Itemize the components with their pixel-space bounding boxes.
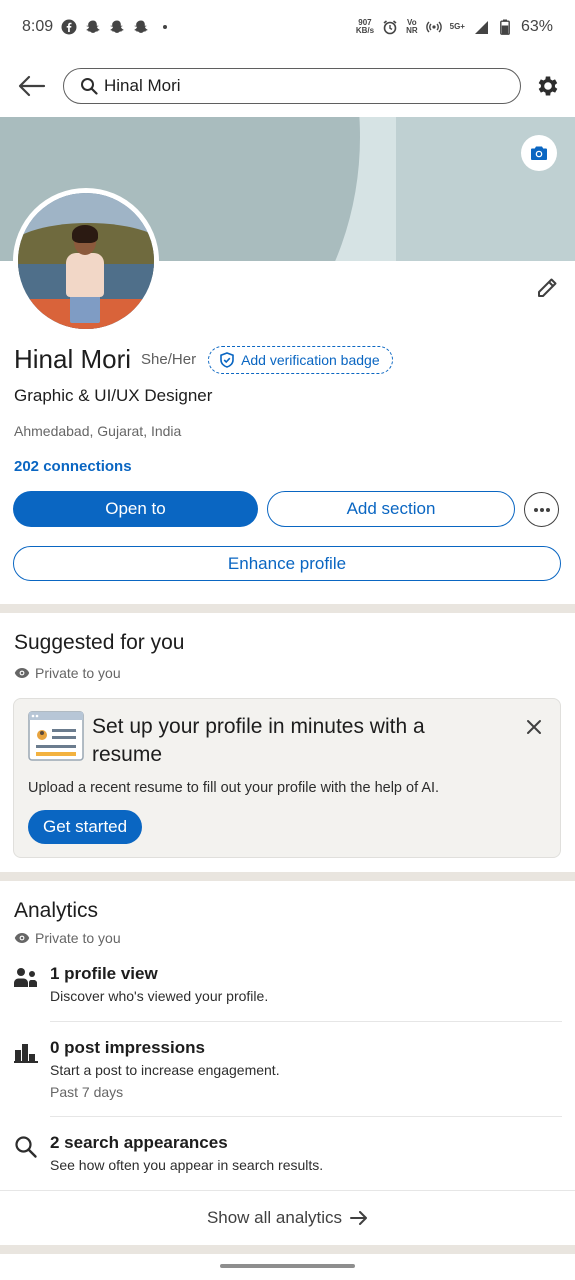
close-icon (527, 720, 541, 734)
suggested-privacy: Private to you (14, 665, 121, 681)
alarm-icon (382, 19, 398, 35)
close-card-button[interactable] (522, 715, 546, 739)
edit-banner-button[interactable] (521, 135, 557, 171)
analytics-title: Analytics (14, 899, 99, 922)
name-row: Hinal Mori She/Her Add verification badg… (14, 344, 393, 375)
analytics-item-title: 1 profile view (50, 964, 158, 983)
search-icon (81, 78, 98, 95)
hotspot-icon (425, 19, 442, 35)
section-divider (0, 604, 575, 613)
network-type: 5G+ (449, 22, 465, 31)
card-title: Set up your profile in minutes with a re… (92, 715, 425, 766)
section-divider (0, 1245, 575, 1254)
status-right: 907 KB/s Vo NR 5G+ 63% (356, 18, 553, 36)
facebook-icon (61, 19, 77, 35)
arrow-left-icon (18, 75, 46, 97)
pencil-icon (538, 278, 557, 297)
shield-check-icon (220, 351, 234, 368)
analytics-item-subtitle: Start a post to increase engagement. (50, 1062, 280, 1078)
card-description: Upload a recent resume to fill out your … (28, 780, 440, 796)
edit-profile-button[interactable] (532, 273, 562, 303)
home-indicator[interactable] (220, 1264, 355, 1268)
profile-headline: Graphic & UI/UX Designer (14, 386, 213, 405)
bar-chart-icon (14, 1044, 38, 1063)
gear-icon (538, 76, 558, 96)
dot-icon (157, 19, 173, 35)
arrow-right-icon (350, 1211, 368, 1225)
add-verification-badge-button[interactable]: Add verification badge (208, 345, 393, 374)
analytics-item-title: 0 post impressions (50, 1038, 205, 1057)
analytics-item-note: Past 7 days (50, 1084, 124, 1100)
status-left: 8:09 (22, 18, 173, 36)
analytics-item-title: 2 search appearances (50, 1133, 228, 1152)
more-button[interactable] (524, 492, 559, 527)
network-speed-unit: KB/s (355, 26, 375, 35)
snapchat-icon (109, 19, 125, 35)
eye-icon (14, 933, 30, 943)
volte-indicator: Vo NR (406, 19, 418, 35)
section-divider (0, 872, 575, 881)
show-all-analytics-button[interactable]: Show all analytics (0, 1191, 575, 1245)
privacy-label: Private to you (35, 930, 121, 946)
avatar[interactable] (13, 188, 159, 334)
battery-icon (497, 19, 513, 35)
show-all-label: Show all analytics (206, 1208, 343, 1227)
network-speed: 907 KB/s (356, 19, 374, 35)
resume-illustration-icon (28, 711, 84, 761)
signal-icon (473, 19, 489, 35)
divider-line (50, 1116, 562, 1117)
analytics-item-subtitle: Discover who's viewed your profile. (50, 988, 269, 1004)
connections-link[interactable]: 202 connections (14, 458, 132, 475)
settings-button[interactable] (534, 72, 562, 100)
open-to-button[interactable]: Open to (13, 491, 258, 527)
divider-line (50, 1021, 562, 1022)
add-section-button[interactable]: Add section (267, 491, 515, 527)
privacy-label: Private to you (35, 665, 121, 681)
search-icon (15, 1136, 37, 1158)
status-bar: 8:09 907 KB/s Vo NR 5G+ 63% (0, 0, 575, 54)
eye-icon (14, 668, 30, 678)
verification-badge-label: Add verification badge (241, 351, 380, 368)
analytics-item-search-appearances[interactable]: 2 search appearances See how often you a… (14, 1133, 562, 1183)
more-horizontal-icon (533, 507, 550, 512)
people-icon (14, 968, 37, 987)
suggested-title: Suggested for you (14, 631, 185, 654)
status-time: 8:09 (22, 18, 54, 35)
profile-location: Ahmedabad, Gujarat, India (14, 423, 182, 439)
analytics-item-subtitle: See how often you appear in search resul… (50, 1157, 324, 1173)
search-input[interactable]: Hinal Mori (63, 68, 521, 104)
top-bar: Hinal Mori (0, 62, 575, 112)
search-value: Hinal Mori (104, 76, 181, 95)
snapchat-icon (85, 19, 101, 35)
snapchat-icon (133, 19, 149, 35)
analytics-item-post-impressions[interactable]: 0 post impressions Start a post to incre… (14, 1038, 562, 1104)
pronouns: She/Her (141, 351, 197, 368)
enhance-profile-button[interactable]: Enhance profile (13, 546, 561, 581)
volte-bottom: NR (406, 26, 418, 35)
get-started-button[interactable]: Get started (28, 810, 143, 844)
camera-icon (531, 146, 547, 160)
analytics-item-profile-views[interactable]: 1 profile view Discover who's viewed you… (14, 964, 562, 1014)
profile-photo (18, 193, 154, 329)
profile-name: Hinal Mori (14, 344, 132, 374)
resume-suggestion-card: Set up your profile in minutes with a re… (13, 698, 561, 858)
battery-level: 63% (520, 18, 553, 35)
analytics-privacy: Private to you (14, 930, 121, 946)
back-button[interactable] (16, 70, 48, 102)
